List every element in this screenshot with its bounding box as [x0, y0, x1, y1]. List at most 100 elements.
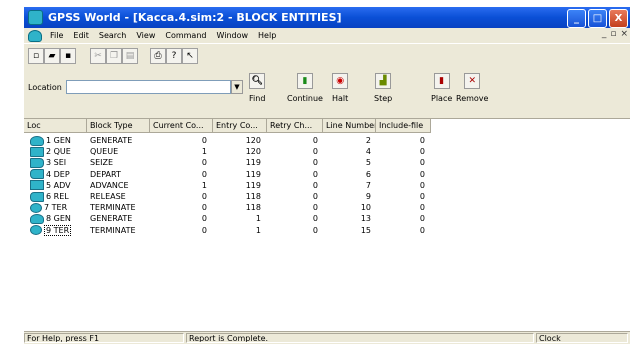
block-entities-table: Loc Block Type Current Co... Entry Co...… [24, 119, 630, 331]
current-count-cell: 0 [201, 136, 207, 145]
status-help-text: For Help, press F1 [24, 333, 184, 343]
block-type-cell: GENERATE [90, 214, 133, 224]
include-file-cell: 0 [419, 158, 425, 168]
find-button[interactable]: 🔍︎ Find [249, 73, 265, 103]
block-depart-icon [30, 169, 44, 180]
menu-help[interactable]: Help [253, 31, 281, 40]
include-file-cell: 0 [419, 203, 425, 213]
entry-count-cell: 120 [245, 147, 261, 157]
column-header-entry-count[interactable]: Entry Co... [213, 119, 267, 133]
block-type-cell: RELEASE [90, 192, 126, 201]
table-row[interactable]: 2 QUE QUEUE 1 120 0 4 0 [24, 146, 630, 157]
menu-file[interactable]: File [45, 31, 68, 40]
block-type-cell: DEPART [90, 169, 121, 179]
line-number-cell: 2 [365, 136, 371, 145]
control-panel: Location ▼ 🔍︎ Find ▮ Continue ◉ Halt ▟ S… [24, 68, 630, 119]
table-row[interactable]: 4 DEP DEPART 0 119 0 6 0 [24, 169, 630, 180]
block-loc-label: 5 ADV [46, 180, 71, 190]
status-clock: Clock [536, 333, 628, 343]
block-term-icon [30, 202, 42, 213]
block-type-cell: QUEUE [90, 147, 119, 157]
line-number-cell: 5 [365, 158, 371, 168]
current-count-cell: 0 [201, 214, 207, 224]
block-gen-icon [30, 135, 44, 146]
include-file-cell: 0 [419, 147, 425, 157]
table-row[interactable]: 7 TER TERMINATE 0 118 0 10 0 [24, 202, 630, 213]
block-loc-cell: 2 QUE [30, 146, 86, 157]
open-folder-icon[interactable]: ▰ [44, 48, 60, 64]
menu-view[interactable]: View [131, 31, 160, 40]
table-row[interactable]: 3 SEI SEIZE 0 119 0 5 0 [24, 157, 630, 168]
block-loc-label: 3 SEI [46, 158, 67, 168]
title-bar[interactable]: GPSS World - [Kacca.4.sim:2 - BLOCK ENTI… [24, 7, 630, 28]
entry-count-cell: 119 [245, 169, 261, 179]
table-row[interactable]: 5 ADV ADVANCE 1 119 0 7 0 [24, 180, 630, 191]
context-help-icon[interactable]: ↖ [182, 48, 198, 64]
column-header-line-number[interactable]: Line Number [323, 119, 376, 133]
entry-count-cell: 1 [255, 225, 261, 235]
close-button[interactable]: X [609, 9, 628, 28]
document-icon[interactable] [28, 29, 42, 42]
include-file-cell: 0 [419, 136, 425, 145]
app-window: GPSS World - [Kacca.4.sim:2 - BLOCK ENTI… [24, 0, 630, 344]
copy-icon[interactable]: ❐ [106, 48, 122, 64]
halt-icon: ◉ [332, 73, 349, 89]
menu-search[interactable]: Search [94, 31, 131, 40]
maximize-button[interactable]: □ [588, 9, 607, 28]
paste-icon[interactable]: ▤ [122, 48, 138, 64]
block-loc-label: 7 TER [44, 203, 68, 213]
location-input[interactable] [66, 80, 231, 94]
menu-edit[interactable]: Edit [68, 31, 94, 40]
include-file-cell: 0 [419, 225, 425, 235]
column-header-retry-chain[interactable]: Retry Ch... [267, 119, 323, 133]
table-row[interactable]: 6 REL RELEASE 0 118 0 9 0 [24, 191, 630, 202]
column-header-include-file[interactable]: Include-file [376, 119, 431, 133]
about-icon[interactable]: ? [166, 48, 182, 64]
location-label: Location [28, 83, 62, 92]
table-row[interactable]: 9 TER TERMINATE 0 1 0 15 0 [24, 224, 630, 236]
retry-chain-cell: 0 [312, 158, 318, 168]
minimize-button[interactable]: _ [567, 9, 586, 28]
block-loc-cell: 4 DEP [30, 169, 86, 180]
location-dropdown-icon[interactable]: ▼ [231, 80, 243, 94]
place-button[interactable]: ▮ Place [431, 73, 452, 103]
current-count-cell: 0 [201, 169, 207, 179]
mdi-restore-button[interactable]: ▫ [610, 29, 616, 39]
block-gen-icon [30, 213, 44, 224]
entry-count-cell: 118 [245, 192, 261, 201]
current-count-cell: 0 [201, 192, 207, 201]
column-header-block-type[interactable]: Block Type [87, 119, 150, 133]
include-file-cell: 0 [419, 214, 425, 224]
retry-chain-cell: 0 [312, 147, 318, 157]
block-loc-cell: 5 ADV [30, 180, 86, 191]
column-header-current-count[interactable]: Current Co... [150, 119, 213, 133]
continue-button[interactable]: ▮ Continue [287, 73, 323, 103]
halt-button[interactable]: ◉ Halt [332, 73, 348, 103]
magnifier-icon: 🔍︎ [249, 73, 266, 89]
new-file-icon[interactable]: ▫ [28, 48, 44, 64]
step-button[interactable]: ▟ Step [374, 73, 392, 103]
block-loc-cell: 7 TER [30, 202, 86, 213]
status-bar: For Help, press F1 Report is Complete. C… [24, 331, 630, 344]
table-row[interactable]: 1 GEN GENERATE 0 120 0 2 0 [24, 135, 630, 146]
retry-chain-cell: 0 [312, 136, 318, 145]
include-file-cell: 0 [419, 192, 425, 201]
menu-window[interactable]: Window [211, 31, 253, 40]
line-number-cell: 9 [365, 192, 371, 201]
mdi-minimize-button[interactable]: _ [602, 29, 607, 39]
mdi-close-button[interactable]: × [620, 29, 628, 39]
save-icon[interactable]: ▪ [60, 48, 76, 64]
print-icon[interactable]: ⎙ [150, 48, 166, 64]
table-row[interactable]: 8 GEN GENERATE 0 1 0 13 0 [24, 213, 630, 224]
cut-icon[interactable]: ✂ [90, 48, 106, 64]
column-header-loc[interactable]: Loc [24, 119, 87, 133]
line-number-cell: 4 [365, 147, 371, 157]
line-number-cell: 6 [365, 169, 371, 179]
remove-icon: ✕ [464, 73, 481, 89]
menu-command[interactable]: Command [160, 31, 211, 40]
block-seize-icon [30, 157, 44, 168]
remove-button[interactable]: ✕ Remove [456, 73, 488, 103]
gpss-app-icon[interactable] [28, 10, 43, 25]
line-number-cell: 10 [360, 203, 371, 213]
current-count-cell: 1 [201, 147, 207, 157]
